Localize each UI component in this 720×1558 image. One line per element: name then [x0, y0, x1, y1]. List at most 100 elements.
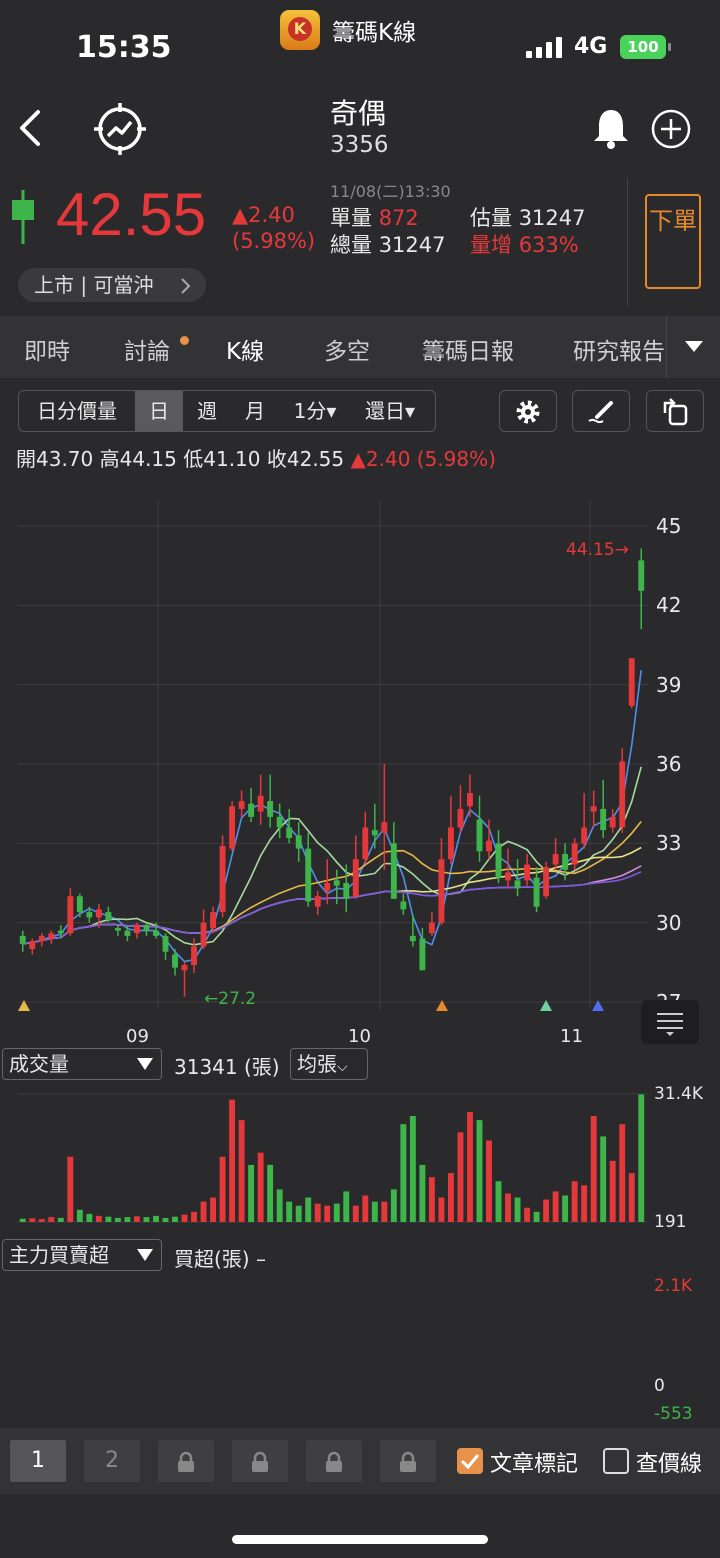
- quote-timestamp: 11/08(二)13:30: [330, 182, 451, 201]
- volume-bar: [447, 1173, 454, 1222]
- candle-body: [229, 806, 236, 849]
- candle-body: [581, 827, 588, 844]
- candle-body: [305, 848, 312, 902]
- tab-discussion[interactable]: 討論: [124, 332, 170, 366]
- rotate-button[interactable]: [646, 390, 704, 432]
- volume-bar: [419, 1164, 426, 1222]
- pen-icon: [588, 401, 613, 424]
- locked-page[interactable]: [380, 1440, 436, 1482]
- mini-candle-icon: [12, 190, 34, 244]
- seg-minute[interactable]: 1分▾: [285, 391, 345, 431]
- volume-bar: [457, 1132, 464, 1222]
- volume-bar: [600, 1136, 607, 1222]
- tab-chip-daily[interactable]: 籌碼日報: [422, 332, 514, 366]
- estimated-volume: 估量 31247: [470, 206, 586, 230]
- caret-down-icon: [137, 1249, 153, 1261]
- candle-body: [38, 935, 45, 942]
- volume-bar: [486, 1140, 492, 1222]
- resize-handle[interactable]: [641, 1000, 699, 1044]
- draw-button[interactable]: [572, 390, 630, 432]
- price-tick: 39: [656, 673, 682, 697]
- low-annotation: ←27.2: [204, 989, 257, 1009]
- candle-body: [390, 843, 397, 899]
- lock-icon: [178, 1451, 194, 1472]
- tab-long-short[interactable]: 多空: [324, 332, 370, 366]
- candle-body: [600, 808, 607, 831]
- volume-bar: [48, 1217, 55, 1222]
- bell-icon[interactable]: [590, 106, 632, 150]
- candle-body: [48, 933, 55, 939]
- price-tick: 42: [656, 593, 682, 617]
- price-change: ▲2.40: [232, 203, 295, 227]
- locked-page[interactable]: [306, 1440, 362, 1482]
- layout-page-1[interactable]: 1: [10, 1440, 66, 1482]
- chevron-right-icon: [181, 278, 191, 294]
- last-price: 42.55: [56, 181, 207, 248]
- trend-target-icon[interactable]: [93, 102, 147, 156]
- candle-body: [191, 946, 197, 965]
- candle-body: [172, 954, 178, 968]
- main-force-axis-bottom: -553: [654, 1404, 693, 1424]
- candle-body: [257, 795, 264, 812]
- settings-button[interactable]: [499, 390, 557, 432]
- new-dot: [180, 336, 189, 345]
- volume-bar: [200, 1201, 207, 1222]
- lock-icon: [400, 1451, 416, 1472]
- date-tick: 09: [126, 1026, 149, 1047]
- candle-body: [428, 922, 435, 934]
- gear-icon: [516, 400, 540, 424]
- volume-bar: [381, 1201, 388, 1222]
- volume-indicator-select[interactable]: 成交量: [2, 1048, 162, 1080]
- seg-intraday[interactable]: 日分價量: [19, 391, 135, 431]
- volume-bar: [609, 1160, 616, 1222]
- volume-bar: [153, 1215, 159, 1222]
- volume-bar: [238, 1120, 245, 1222]
- article-mark-label: 文章標記: [490, 1452, 579, 1477]
- seg-weekly[interactable]: 週: [185, 391, 229, 431]
- main-force-label: 買超(張) –: [174, 1247, 266, 1271]
- candle-body: [457, 808, 464, 828]
- volume-bar: [476, 1120, 483, 1222]
- main-force-indicator-select[interactable]: 主力買賣超: [2, 1239, 162, 1271]
- article-mark-checkbox[interactable]: [457, 1448, 483, 1474]
- kline-chart[interactable]: [0, 480, 720, 1260]
- volume-bar: [191, 1211, 197, 1222]
- add-circle-icon[interactable]: [650, 108, 692, 150]
- seg-monthly[interactable]: 月: [233, 391, 277, 431]
- volume-bar: [229, 1099, 236, 1222]
- volume-bar: [257, 1152, 264, 1222]
- candle-body: [543, 867, 550, 897]
- volume-bar: [219, 1156, 226, 1222]
- main-force-axis-top: 2.1K: [654, 1276, 693, 1296]
- tab-more-button[interactable]: [666, 316, 720, 378]
- volume-bar: [210, 1197, 217, 1222]
- candle-body: [286, 827, 293, 839]
- volume-bar: [390, 1189, 397, 1222]
- candle-body: [248, 803, 255, 817]
- volume-bar: [76, 1209, 83, 1222]
- volume-bar: [295, 1205, 302, 1222]
- price-tick: 30: [656, 911, 682, 935]
- back-icon[interactable]: [14, 108, 44, 148]
- locked-page[interactable]: [232, 1440, 288, 1482]
- layout-page-2[interactable]: 2: [84, 1440, 140, 1482]
- date-tick: 11: [560, 1026, 583, 1047]
- price-line-checkbox[interactable]: [603, 1448, 629, 1474]
- candle-body: [438, 859, 445, 923]
- tab-research[interactable]: 研究報告: [573, 332, 666, 366]
- seg-adjust[interactable]: 還日▾: [353, 391, 427, 431]
- seg-daily[interactable]: 日: [135, 391, 183, 431]
- locked-page[interactable]: [158, 1440, 214, 1482]
- volume-value: 31341 (張): [174, 1055, 280, 1079]
- stock-name: 奇偶: [330, 97, 387, 130]
- order-button[interactable]: 下單: [645, 194, 701, 289]
- tab-kline[interactable]: K線: [226, 332, 264, 366]
- volume-bar: [95, 1215, 102, 1222]
- volume-bar: [19, 1218, 26, 1222]
- candle-body: [552, 853, 559, 865]
- battery-icon: 100: [620, 35, 671, 59]
- market-tag[interactable]: 上市 | 可當沖: [18, 268, 206, 302]
- volume-unit-select[interactable]: 均張⌵: [290, 1048, 368, 1080]
- candle-body: [514, 880, 521, 889]
- tab-realtime[interactable]: 即時: [24, 332, 70, 366]
